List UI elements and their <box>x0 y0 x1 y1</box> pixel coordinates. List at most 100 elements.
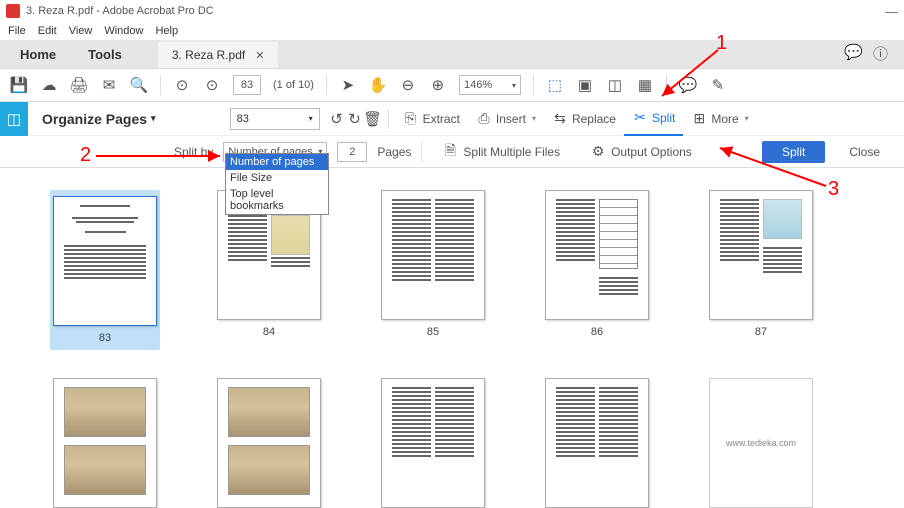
separator <box>160 75 161 95</box>
rotate-cw-icon[interactable]: ↻ <box>346 110 364 128</box>
thumbnail-86[interactable]: 86 <box>542 190 652 350</box>
split-pages-input[interactable]: 2 <box>337 142 367 162</box>
chart-placeholder <box>763 199 802 239</box>
cross-section-placeholder <box>64 445 146 495</box>
hand-icon[interactable]: ✋ <box>369 76 387 94</box>
organize-side-icon[interactable]: ◫ <box>0 102 28 136</box>
menu-view[interactable]: View <box>69 25 93 37</box>
output-options-button[interactable]: ⚙Output Options <box>580 144 702 160</box>
help-icon[interactable]: ⓘ <box>873 43 888 64</box>
page-down-icon[interactable]: ⊙ <box>203 76 221 94</box>
sign-icon[interactable]: ✎ <box>709 76 727 94</box>
thumbnail-85[interactable]: 85 <box>378 190 488 350</box>
zoom-out-icon[interactable]: ⊖ <box>399 76 417 94</box>
thumb-label: 86 <box>591 326 603 338</box>
chat-icon[interactable]: 💬 <box>844 43 863 64</box>
separator <box>388 109 389 129</box>
window-title: 3. Reza R.pdf - Adobe Acrobat Pro DC <box>26 5 214 17</box>
search-icon[interactable]: 🔍 <box>130 76 148 94</box>
thumbnails-area: 83 84 85 86 <box>0 170 904 500</box>
separator <box>326 75 327 95</box>
multiple-files-icon: 🗎 <box>442 144 458 160</box>
split-mode-dropdown: Number of pages File Size Top level book… <box>225 153 329 215</box>
thumbnail-89[interactable] <box>214 378 324 508</box>
tabbar: Home Tools 3. Reza R.pdf ✕ 💬 ⓘ <box>0 40 904 68</box>
pointer-icon[interactable]: ➤ <box>339 76 357 94</box>
thumbnail-90[interactable] <box>378 378 488 508</box>
separator <box>421 142 422 162</box>
split-by-label: Split by <box>174 145 213 159</box>
split-pages-label: Pages <box>377 145 411 159</box>
page-count: (1 of 10) <box>273 79 314 91</box>
menu-window[interactable]: Window <box>104 25 143 37</box>
zoom-select[interactable]: 146%▾ <box>459 75 521 95</box>
minimize-button[interactable]: — <box>885 4 898 19</box>
split-button[interactable]: ✂Split <box>624 102 683 136</box>
menu-edit[interactable]: Edit <box>38 25 57 37</box>
zoom-in-icon[interactable]: ⊕ <box>429 76 447 94</box>
more-button[interactable]: ⊞More▾ <box>683 102 756 136</box>
dropdown-option-bookmarks[interactable]: Top level bookmarks <box>226 186 328 214</box>
cross-section-placeholder <box>64 387 146 437</box>
menu-file[interactable]: File <box>8 25 26 37</box>
organize-title[interactable]: Organize Pages▾ <box>28 111 170 127</box>
organize-page-select[interactable]: 83▾ <box>230 108 320 130</box>
save-icon[interactable]: 💾 <box>10 76 28 94</box>
gear-icon: ⚙ <box>590 144 606 160</box>
view-mode2-icon[interactable]: ▦ <box>636 76 654 94</box>
thumb-label: 85 <box>427 326 439 338</box>
more-icon: ⊞ <box>691 111 707 127</box>
tab-home[interactable]: Home <box>4 41 72 68</box>
thumb-label: 84 <box>263 326 275 338</box>
window-controls: — <box>885 4 898 19</box>
tab-document-label: 3. Reza R.pdf <box>172 48 245 62</box>
separator <box>666 75 667 95</box>
organize-toolbar: ◫ Organize Pages▾ 83▾ ↺ ↻ 🗑 ⎘Extract ⎙In… <box>0 102 904 136</box>
menubar: File Edit View Window Help <box>0 22 904 40</box>
app-icon <box>6 4 20 18</box>
delete-icon[interactable]: 🗑 <box>364 110 382 128</box>
tab-document[interactable]: 3. Reza R.pdf ✕ <box>158 42 279 68</box>
tab-tools[interactable]: Tools <box>72 41 138 68</box>
view-mode-icon[interactable]: ◫ <box>606 76 624 94</box>
main-toolbar: 💾 ☁ 🖨 ✉ 🔍 ⊙ ⊙ 83 (1 of 10) ➤ ✋ ⊖ ⊕ 146%▾… <box>0 68 904 102</box>
thumbnail-92[interactable]: www.tedieka.com <box>706 378 816 508</box>
cross-section-placeholder <box>228 387 310 437</box>
page-up-icon[interactable]: ⊙ <box>173 76 191 94</box>
close-button[interactable]: Close <box>835 145 894 159</box>
split-confirm-button[interactable]: Split <box>762 141 825 163</box>
replace-button[interactable]: ⇆Replace <box>544 102 624 136</box>
print-icon[interactable]: 🖨 <box>70 76 88 94</box>
insert-icon: ⎙ <box>476 111 492 127</box>
map-placeholder <box>271 215 310 255</box>
extract-button[interactable]: ⎘Extract <box>395 102 468 136</box>
cross-section-placeholder <box>228 445 310 495</box>
fit-page-icon[interactable]: ▣ <box>576 76 594 94</box>
extract-icon: ⎘ <box>403 111 419 127</box>
table-placeholder <box>599 199 638 269</box>
thumbnail-87[interactable]: 87 <box>706 190 816 350</box>
dropdown-option-pages[interactable]: Number of pages <box>226 154 328 170</box>
cloud-icon[interactable]: ☁ <box>40 76 58 94</box>
scissors-icon: ✂ <box>632 110 648 126</box>
watermark-page: www.tedieka.com <box>709 378 813 508</box>
thumb-label: 83 <box>99 332 111 344</box>
close-tab-icon[interactable]: ✕ <box>255 49 264 62</box>
comment-icon[interactable]: 💬 <box>679 76 697 94</box>
titlebar: 3. Reza R.pdf - Adobe Acrobat Pro DC — <box>0 0 904 22</box>
split-multiple-button[interactable]: 🗎Split Multiple Files <box>432 144 570 160</box>
fit-width-icon[interactable]: ⬚ <box>546 76 564 94</box>
separator <box>533 75 534 95</box>
thumbnail-88[interactable] <box>50 378 160 508</box>
page-number-input[interactable]: 83 <box>233 75 261 95</box>
thumbnail-91[interactable] <box>542 378 652 508</box>
menu-help[interactable]: Help <box>155 25 178 37</box>
thumbnail-83[interactable]: 83 <box>50 190 160 350</box>
replace-icon: ⇆ <box>552 111 568 127</box>
email-icon[interactable]: ✉ <box>100 76 118 94</box>
insert-button[interactable]: ⎙Insert▾ <box>468 102 544 136</box>
rotate-ccw-icon[interactable]: ↺ <box>328 110 346 128</box>
split-toolbar: Split by Number of pages▾ 2 Pages 🗎Split… <box>0 136 904 168</box>
dropdown-option-filesize[interactable]: File Size <box>226 170 328 186</box>
thumb-label: 87 <box>755 326 767 338</box>
